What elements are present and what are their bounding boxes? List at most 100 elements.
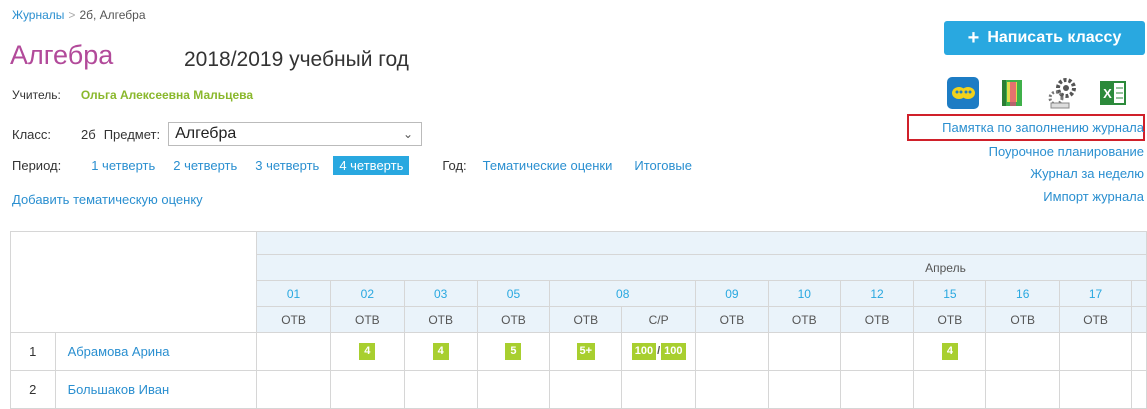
teacher-label: Учитель: [12,88,61,102]
journal-table: Апрель 01 02 03 05 08 09 10 12 15 16 17 … [9,231,1147,409]
work-type-cell: ОТВ [329,306,405,333]
grade-cell[interactable]: 5 [476,332,551,371]
grade-cell[interactable]: 4 [913,332,987,371]
grade-badge: 4 [941,343,958,360]
grade-badge: 4 [359,343,376,360]
grade-cell[interactable] [1059,332,1132,371]
grade-cell[interactable] [256,370,331,409]
grade-cell[interactable]: 100/100 [621,332,697,371]
grade-badge-score: 100/100 [631,343,686,360]
date-cell[interactable]: 15 [913,280,987,307]
svg-text:X: X [1103,86,1112,101]
work-type-cell: ОТВ [985,306,1061,333]
grade-cell[interactable] [767,370,841,409]
grade-cell[interactable] [767,332,841,371]
final-grades-link[interactable]: Итоговые [634,158,692,173]
grade-cell[interactable]: 4 [403,332,478,371]
year-label: Год: [442,158,467,173]
period-q3[interactable]: 3 четверть [255,158,319,173]
subject-select-value: Алгебра [175,125,237,142]
class-subject-row: Класс: 2б Предмет: Алгебра ⌄ [12,122,423,146]
grade-badge: 5+ [576,343,596,360]
breadcrumb-separator: > [68,8,76,22]
grade-cell[interactable] [621,370,697,409]
date-cell[interactable]: 03 [403,280,478,307]
add-thematic-grade-link[interactable]: Добавить тематическую оценку [12,192,203,207]
work-type-cell: ОТВ [695,306,769,333]
chat-icon[interactable] [946,76,980,110]
date-cell[interactable]: 17 [1059,280,1132,307]
work-type-cell: ОТВ [476,306,551,333]
student-name-link[interactable]: Абрамова Арина [68,344,170,359]
period-label: Период: [12,158,62,173]
gears-icon[interactable] [1046,76,1080,110]
write-to-class-button[interactable]: + Написать классу [944,21,1145,55]
date-cell[interactable]: 09 [695,280,769,307]
table-corner [9,231,258,333]
table-header-top [9,231,1147,333]
plus-icon: + [967,26,980,49]
write-to-class-label: Написать классу [987,29,1122,46]
date-cell-overflow [1130,280,1147,307]
toolbar-icons: X [946,76,1147,110]
table-row: 2 Большаков Иван [10,370,1147,409]
student-name-link[interactable]: Большаков Иван [68,382,170,397]
grade-badge: 4 [432,343,449,360]
breadcrumb: Журналы >2б, Алгебра [12,8,146,22]
grade-cell[interactable] [1059,370,1132,409]
teacher-name: Ольга Алексеевна Мальцева [80,88,254,102]
grade-cell[interactable] [549,370,623,409]
book-icon[interactable] [996,76,1030,110]
grade-cell[interactable] [329,370,405,409]
breadcrumb-journals-link[interactable]: Журналы [12,8,64,22]
grade-badge: 5 [505,343,522,360]
grade-cell[interactable] [839,370,915,409]
excel-icon[interactable]: X [1096,76,1130,110]
table-row: 1 Абрамова Арина 4 4 5 5+ 100/100 4 [10,332,1147,371]
subject-label: Предмет: [103,126,161,142]
grade-cell[interactable] [839,332,915,371]
work-type-cell: С/Р [621,306,697,333]
grade-cell[interactable] [403,370,478,409]
grade-cell[interactable]: 5+ [549,332,623,371]
work-type-cell: ОТВ [1059,306,1132,333]
work-type-cell: ОТВ [549,306,623,333]
work-type-cell: ОТВ [767,306,841,333]
grade-cell[interactable] [476,370,551,409]
date-cell[interactable]: 05 [476,280,551,307]
subject-select[interactable]: Алгебра ⌄ [168,122,423,146]
grade-cell[interactable] [695,370,769,409]
journal-instructions-link[interactable]: Памятка по заполнению журнала [942,120,1144,135]
period-q1[interactable]: 1 четверть [91,158,155,173]
import-journal-link[interactable]: Импорт журнала [1043,189,1144,204]
date-cell[interactable]: 08 [549,280,697,307]
grade-cell[interactable] [913,370,987,409]
lesson-planning-link[interactable]: Поурочное планирование [989,144,1144,159]
breadcrumb-current: 2б, Алгебра [79,8,146,22]
month-label: Апрель [256,254,1147,281]
period-row: Период: 1 четверть 2 четверть 3 четверть… [12,156,692,175]
date-cell[interactable]: 02 [329,280,405,307]
date-cell[interactable]: 01 [256,280,331,307]
grade-cell[interactable] [985,332,1061,371]
page-title: Алгебра [10,40,114,70]
student-number: 2 [10,370,56,409]
date-cell[interactable]: 10 [767,280,841,307]
thematic-grades-link[interactable]: Тематические оценки [483,158,613,173]
weekly-journal-link[interactable]: Журнал за неделю [1030,166,1144,181]
grade-cell[interactable] [256,332,331,371]
student-name-cell: Абрамова Арина [54,332,258,371]
class-value: 2б [81,126,96,142]
period-q2[interactable]: 2 четверть [173,158,237,173]
school-year: 2018/2019 учебный год [184,48,409,71]
grade-cell-overflow [1130,370,1147,409]
grade-cell[interactable] [985,370,1061,409]
teacher-row: Учитель: Ольга Алексеевна Мальцева [12,88,253,102]
grade-cell[interactable] [695,332,769,371]
work-type-overflow [1130,306,1147,333]
grade-cell[interactable]: 4 [329,332,405,371]
period-q4-active[interactable]: 4 четверть [333,156,410,175]
work-type-cell: ОТВ [839,306,915,333]
date-cell[interactable]: 16 [985,280,1061,307]
date-cell[interactable]: 12 [839,280,915,307]
